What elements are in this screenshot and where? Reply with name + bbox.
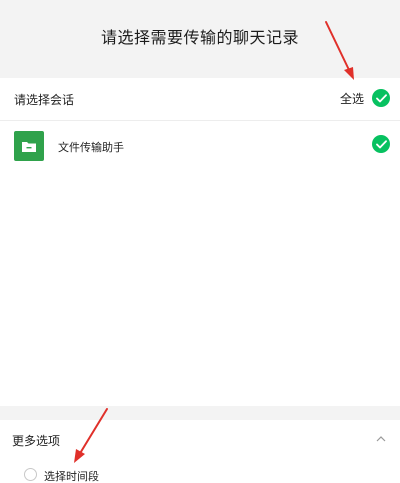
folder-icon [22, 141, 36, 152]
page-title: 请选择需要传输的聊天记录 [100, 28, 299, 47]
select-all-label: 全选 [339, 91, 364, 106]
radio-button[interactable] [24, 468, 37, 481]
chevron-up-icon[interactable] [376, 436, 386, 442]
page-header: 请选择需要传输的聊天记录 [0, 0, 400, 78]
more-options-label: 更多选项 [12, 434, 61, 448]
checkmark-icon[interactable] [372, 89, 390, 107]
section-divider [0, 406, 400, 420]
select-time-range-option[interactable]: 选择时间段 [0, 462, 400, 483]
more-options-toggle[interactable]: 更多选项 [0, 420, 400, 460]
checkmark-icon[interactable] [372, 135, 390, 153]
chat-list-item[interactable]: 文件传输助手 [0, 121, 400, 171]
chat-name: 文件传输助手 [58, 141, 124, 154]
select-all-toggle[interactable]: 全选 [340, 86, 390, 110]
transfer-chat-history-page: 请选择需要传输的聊天记录 请选择会话 全选 文件传输助手 更多选项 选择时间段 [0, 0, 400, 483]
time-range-label: 选择时间段 [44, 470, 99, 483]
session-select-header: 请选择会话 全选 [0, 78, 400, 121]
avatar [14, 131, 44, 161]
session-section-label: 请选择会话 [14, 93, 75, 107]
